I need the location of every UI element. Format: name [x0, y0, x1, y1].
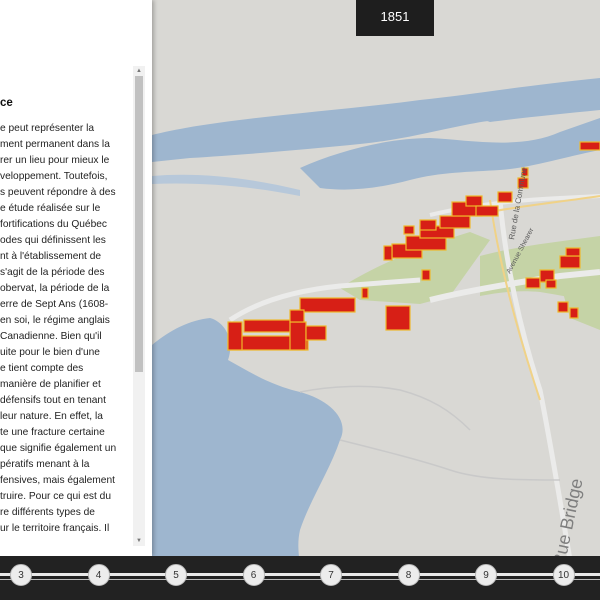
scroll-thumb[interactable] [135, 76, 143, 372]
panel-text-line: veloppement. Toutefois, [0, 171, 108, 182]
building [439, 215, 471, 229]
panel-text-line: ment permanent dans la [0, 139, 110, 150]
panel-text-line: ur le territoire français. Il [0, 523, 110, 534]
building [579, 141, 600, 151]
year-badge: 1851 [356, 0, 434, 36]
building [361, 287, 369, 299]
panel-text-line: odes qui définissent les [0, 235, 106, 246]
building [289, 309, 305, 323]
timeline-bar: 3 4 5 6 7 8 9 10 [0, 556, 600, 600]
panel-text-line: pératifs menant à la [0, 459, 90, 470]
panel-text-line: obervat, la période de la [0, 283, 110, 294]
timeline-step-10[interactable]: 10 [552, 564, 575, 586]
panel-text-line: te une fracture certaine [0, 427, 105, 438]
building [299, 297, 356, 313]
building [465, 195, 483, 207]
panel-heading: ce [0, 97, 13, 109]
timeline-step-6[interactable]: 6 [242, 564, 265, 586]
building [385, 305, 411, 331]
building [565, 247, 581, 257]
building [557, 301, 569, 313]
panel-text-line: leur nature. En effet, la [0, 411, 103, 422]
timeline-step-9[interactable]: 9 [475, 564, 497, 586]
panel-text-line: re différents types de [0, 507, 95, 518]
building [475, 205, 499, 217]
scroll-up-icon[interactable]: ▲ [133, 66, 145, 76]
building [289, 321, 307, 351]
panel-text-line: e étude réalisée sur le [0, 203, 101, 214]
info-panel: ce e peut représenter la ment permanent d… [0, 0, 152, 556]
building [305, 325, 327, 341]
building [421, 269, 431, 281]
panel-text-line: que signifie également un [0, 443, 117, 454]
timeline-step-7[interactable]: 7 [320, 564, 342, 586]
scroll-down-icon[interactable]: ▼ [133, 536, 145, 546]
building [569, 307, 579, 319]
panel-text-line: uite pour le bien d'une [0, 347, 100, 358]
panel-body: e peut représenter la ment permanent dans… [0, 121, 119, 537]
panel-text-line: fensives, mais également [0, 475, 115, 486]
building [403, 225, 415, 235]
panel-text-line: fortifications du Québec [0, 219, 108, 230]
panel-text-line: Canadienne. Bien qu'il [0, 331, 102, 342]
panel-text-line: e tient compte des [0, 363, 84, 374]
panel-text-line: truire. Pour ce qui est du [0, 491, 111, 502]
panel-text: ce e peut représenter la ment permanent d… [0, 94, 119, 537]
building [497, 191, 513, 203]
building [383, 245, 393, 261]
panel-text-line: rer un lieu pour mieux le [0, 155, 110, 166]
panel-text-line: manière de planifier et [0, 379, 101, 390]
building [227, 321, 243, 351]
building [545, 279, 557, 289]
panel-text-line: en soi, le régime anglais [0, 315, 110, 326]
timeline-step-3[interactable]: 3 [10, 564, 32, 586]
timeline-step-8[interactable]: 8 [397, 564, 420, 586]
timeline-step-4[interactable]: 4 [87, 564, 110, 586]
panel-text-line: erre de Sept Ans (1608- [0, 299, 109, 310]
panel-text-line: nt à l'établissement de [0, 251, 102, 262]
building [559, 255, 581, 269]
panel-text-line: s peuvent répondre à des [0, 187, 116, 198]
panel-text-line: e peut représenter la [0, 123, 95, 134]
panel-scrollbar[interactable]: ▲ ▼ [133, 66, 145, 546]
building [419, 219, 437, 231]
panel-text-line: défensifs tout en tenant [0, 395, 106, 406]
building [525, 277, 541, 289]
panel-text-line: s'agit de la période des [0, 267, 105, 278]
timeline-step-5[interactable]: 5 [165, 564, 187, 586]
